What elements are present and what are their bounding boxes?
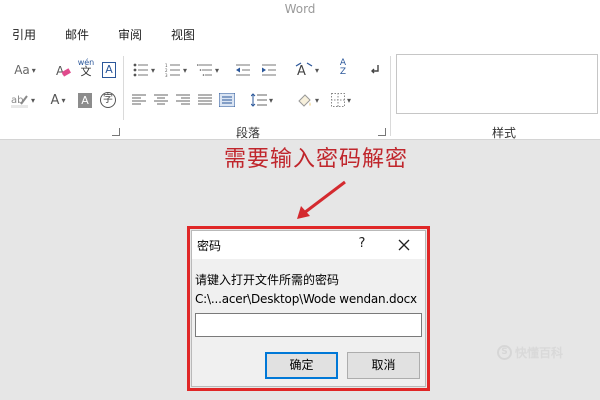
- increase-indent-icon: [262, 64, 276, 76]
- tab-mailings[interactable]: 邮件: [65, 26, 89, 43]
- clear-formatting-button[interactable]: A: [54, 60, 72, 80]
- tab-review[interactable]: 审阅: [118, 26, 142, 43]
- bullets-icon: [133, 63, 148, 77]
- tab-references[interactable]: 引用: [12, 26, 36, 43]
- dialog-title-bar: 密码 ?: [192, 231, 425, 259]
- svg-text:A: A: [297, 64, 306, 78]
- close-icon: [398, 239, 410, 251]
- borders-button[interactable]: ▾: [326, 90, 356, 110]
- chinese-layout-icon: A: [295, 62, 313, 78]
- chevron-down-icon: ▾: [182, 65, 187, 75]
- numbering-button[interactable]: 1 2 3 ▾: [162, 60, 190, 80]
- chevron-down-icon: ▾: [268, 95, 273, 105]
- borders-icon: [330, 93, 345, 107]
- ribbon-tabs: 引用 邮件 审阅 视图: [0, 20, 600, 48]
- char-shading-icon: A: [78, 92, 92, 108]
- highlight-icon: ab: [10, 95, 28, 108]
- change-case-button[interactable]: Aa ▾: [8, 60, 42, 80]
- chevron-down-icon: ▾: [61, 95, 66, 105]
- styles-group-label: 样式: [492, 126, 517, 140]
- password-prompt: 请键入打开文件所需的密码: [195, 273, 340, 287]
- paragraph-group-label: 段落: [236, 126, 261, 140]
- line-spacing-button[interactable]: ▾: [248, 90, 276, 110]
- password-dialog: 密码 ? 请键入打开文件所需的密码 C:\...acer\Desktop\Wod…: [191, 230, 426, 387]
- chevron-down-icon: ▾: [346, 95, 351, 105]
- phonetic-guide-icon: wén 文: [77, 58, 95, 78]
- dialog-title: 密码: [197, 239, 222, 253]
- svg-text:3: 3: [165, 73, 168, 77]
- chevron-down-icon: ▾: [314, 65, 319, 75]
- ribbon-separator: [390, 56, 391, 136]
- decrease-indent-icon: [236, 64, 250, 76]
- help-button[interactable]: ?: [352, 234, 372, 254]
- font-color-icon: A: [50, 92, 60, 108]
- char-shading-button[interactable]: A: [76, 90, 94, 110]
- chevron-down-icon: ▾: [314, 95, 319, 105]
- increase-indent-button[interactable]: [259, 60, 279, 80]
- sort-icon: A Z: [339, 58, 347, 77]
- char-border-icon: A: [102, 62, 116, 78]
- app-title: Word: [284, 2, 316, 16]
- justify-icon: [198, 94, 212, 105]
- ribbon: Aa ▾ A wén 文 A ▾ 1 2 3 ▾ ▾ A ▾ A Z ab ▾ …: [0, 48, 600, 140]
- show-marks-icon: [371, 65, 379, 74]
- annotation-text: 需要输入密码解密: [224, 147, 409, 172]
- watermark-text: 快懂百科: [515, 346, 564, 360]
- multilevel-list-icon: [196, 64, 212, 76]
- align-left-icon: [132, 94, 146, 105]
- paragraph-dialog-launcher[interactable]: [378, 128, 386, 136]
- chevron-down-icon: ▾: [31, 65, 36, 75]
- chevron-down-icon: ▾: [150, 65, 155, 75]
- font-size-icon: Aa: [14, 63, 30, 77]
- password-input[interactable]: [195, 313, 422, 337]
- multilevel-list-button[interactable]: ▾: [194, 60, 222, 80]
- phonetic-guide-button[interactable]: wén 文: [76, 57, 96, 77]
- close-button[interactable]: [393, 234, 415, 256]
- sort-button[interactable]: A Z: [334, 58, 352, 78]
- text-highlight-button[interactable]: ab ▾: [8, 90, 38, 110]
- chevron-down-icon: ▾: [214, 65, 219, 75]
- show-marks-button[interactable]: [366, 60, 384, 80]
- decrease-indent-button[interactable]: [233, 60, 253, 80]
- align-left-button[interactable]: [130, 90, 148, 110]
- tab-view[interactable]: 视图: [171, 26, 195, 43]
- align-right-icon: [176, 94, 190, 105]
- chevron-down-icon: ▾: [30, 95, 35, 105]
- file-path: C:\...acer\Desktop\Wode wendan.docx: [195, 292, 417, 306]
- shading-button[interactable]: ▾: [292, 90, 322, 110]
- annotation-arrow-icon: [297, 180, 346, 219]
- watermark: S 快懂百科: [497, 344, 563, 361]
- font-color-button[interactable]: A ▾: [44, 90, 72, 110]
- title-bar: Word: [0, 0, 600, 20]
- font-dialog-launcher[interactable]: [112, 128, 120, 136]
- eraser-icon: A: [56, 64, 71, 78]
- shading-icon: [298, 94, 311, 107]
- chinese-layout-button[interactable]: A ▾: [292, 60, 322, 80]
- ok-button[interactable]: 确定: [265, 352, 338, 379]
- cancel-button[interactable]: 取消: [347, 352, 420, 379]
- justify-button[interactable]: [196, 90, 214, 110]
- line-spacing-icon: [250, 93, 267, 107]
- ribbon-separator: [123, 56, 124, 120]
- enclose-char-button[interactable]: 字: [98, 90, 118, 110]
- numbering-icon: 123: [165, 63, 180, 77]
- distributed-icon: [219, 93, 235, 107]
- center-button[interactable]: [152, 90, 170, 110]
- char-border-button[interactable]: A: [100, 60, 118, 80]
- enclose-char-icon: 字: [100, 92, 116, 108]
- watermark-logo-icon: S: [497, 345, 512, 360]
- styles-gallery[interactable]: [396, 54, 598, 114]
- align-right-button[interactable]: [174, 90, 192, 110]
- bullets-button[interactable]: ▾: [130, 60, 158, 80]
- center-icon: [154, 94, 168, 105]
- distributed-button[interactable]: [218, 90, 236, 110]
